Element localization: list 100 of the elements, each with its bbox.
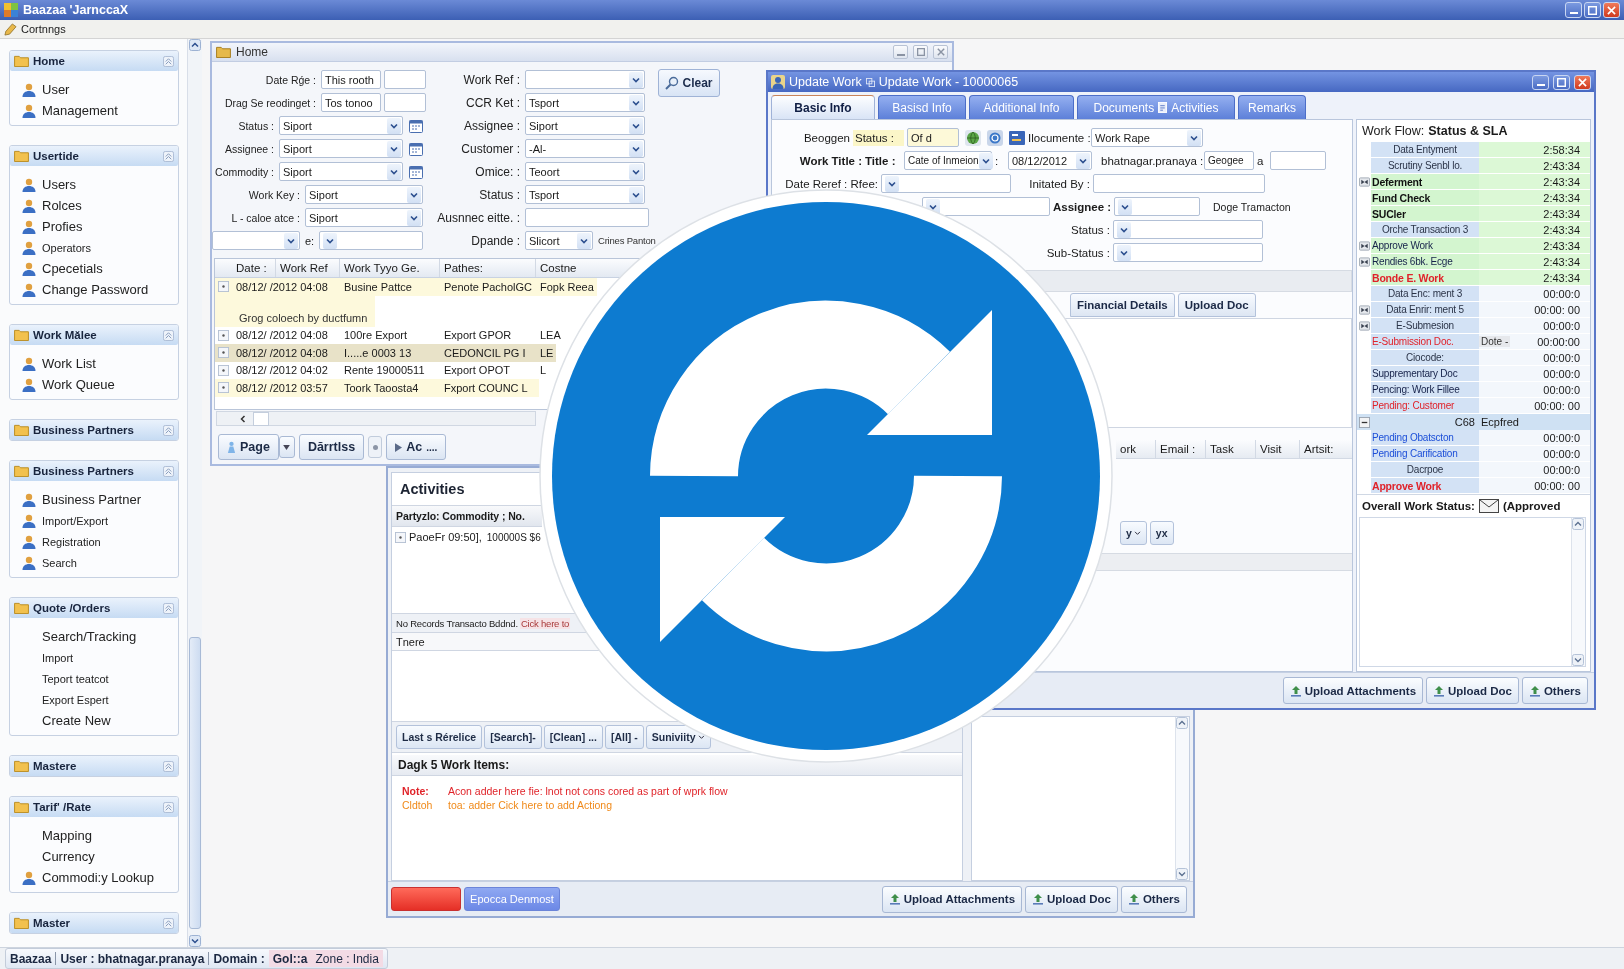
- footer-button[interactable]: Upload Attachments: [1282, 677, 1424, 704]
- sidebar-item[interactable]: Rolces: [10, 195, 178, 216]
- card-icon[interactable]: [1009, 129, 1025, 146]
- input-field[interactable]: [1270, 151, 1326, 170]
- sidebar-item[interactable]: Mapping: [10, 825, 178, 846]
- sidebar-item[interactable]: Commodi:y Lookup: [10, 867, 178, 888]
- maximize-button[interactable]: [1584, 2, 1601, 18]
- table-row[interactable]: 08/12/ /2012 03:57 Toork Taoosta4 Fxport COUNC L: [215, 379, 539, 397]
- sidebar-item[interactable]: Business Partner: [10, 489, 178, 510]
- input-field[interactable]: [384, 70, 426, 89]
- scroll-thumb[interactable]: [253, 411, 269, 426]
- column-header[interactable]: Costne: [536, 259, 596, 277]
- text-area[interactable]: [971, 716, 1190, 881]
- scrollbar[interactable]: [1571, 518, 1585, 666]
- toolbar-button[interactable]: Dărrtlss: [298, 434, 365, 460]
- minimize-button[interactable]: [893, 45, 908, 59]
- toolbar-button[interactable]: yx: [1149, 521, 1174, 545]
- column-header[interactable]: Artsit:: [1300, 440, 1348, 458]
- sidebar-item[interactable]: Teport teatcot: [10, 668, 178, 689]
- dropdown-field[interactable]: Tsport: [525, 93, 645, 112]
- footer-button[interactable]: Upload Attachments: [881, 885, 1023, 913]
- footer-button[interactable]: Others: [1521, 677, 1588, 704]
- minimize-button[interactable]: [1532, 74, 1549, 90]
- toolbar-button[interactable]: [Clean] ...: [543, 725, 603, 749]
- sidebar-item[interactable]: Search: [10, 552, 178, 573]
- next-button[interactable]: Ac ....: [386, 434, 447, 460]
- close-button[interactable]: [1574, 74, 1591, 90]
- toolbar-button[interactable]: [Search]-: [484, 725, 542, 749]
- close-button[interactable]: [1603, 2, 1620, 18]
- tab[interactable]: Basic Info: [771, 95, 875, 119]
- scrollbar[interactable]: [187, 39, 202, 947]
- sidebar-item[interactable]: Cpecetials: [10, 258, 178, 279]
- dropdown-field[interactable]: Siport: [279, 116, 403, 135]
- sidebar-item[interactable]: Work Queue: [10, 374, 178, 395]
- dropdown-field[interactable]: [212, 231, 300, 250]
- sidebar-item[interactable]: Import/Export: [10, 510, 178, 531]
- dropdown-field[interactable]: [922, 197, 1050, 216]
- sidebar-item[interactable]: Currency: [10, 846, 178, 867]
- scroll-thumb[interactable]: [189, 637, 202, 929]
- input-field[interactable]: Tos tonoo: [321, 93, 381, 112]
- page-button[interactable]: Page: [218, 434, 279, 460]
- sidebar-item[interactable]: Work List: [10, 353, 178, 374]
- column-header[interactable]: Email :: [1156, 440, 1206, 458]
- sidebar-item[interactable]: Management: [10, 100, 178, 121]
- dropdown-field[interactable]: Cate of Inmeion: [904, 151, 992, 170]
- input-field[interactable]: Geogee: [1204, 151, 1254, 170]
- panel-header[interactable]: Mastere: [10, 756, 178, 776]
- action-button[interactable]: [391, 887, 461, 911]
- sidebar-item[interactable]: User: [10, 79, 178, 100]
- input-field[interactable]: [1093, 174, 1265, 193]
- panel-header[interactable]: Master: [10, 913, 178, 933]
- footer-button[interactable]: Upload Doc: [1426, 677, 1519, 704]
- dropdown-field[interactable]: [1113, 220, 1263, 239]
- text-area[interactable]: [1359, 517, 1586, 667]
- panel-header[interactable]: Quote /Orders: [10, 598, 178, 618]
- panel-header[interactable]: Business Partners: [10, 461, 178, 481]
- panel-header[interactable]: Usertide: [10, 146, 178, 166]
- dropdown-field[interactable]: [1114, 197, 1200, 216]
- section-button[interactable]: Financial Details: [1070, 293, 1175, 317]
- input-field[interactable]: Of d: [907, 128, 959, 147]
- dropdown-field[interactable]: Siport: [305, 208, 423, 227]
- table-row[interactable]: 08/12/ /2012 04:08 Busine Pattce Penote PacholGC Fopk Reea: [215, 278, 597, 296]
- column-header[interactable]: Pathes:: [440, 259, 536, 277]
- input-field[interactable]: This rooth: [321, 70, 381, 89]
- disc-icon[interactable]: [987, 129, 1003, 146]
- scrollbar[interactable]: [216, 411, 536, 426]
- group-row[interactable]: Grog coloech by ductfumn: [215, 295, 376, 327]
- panel-header[interactable]: Tarif' /Rate: [10, 797, 178, 817]
- footer-button[interactable]: Others: [1120, 885, 1187, 913]
- group-row[interactable]: C68 Ecpfred: [1357, 414, 1590, 430]
- input-field[interactable]: [525, 208, 649, 227]
- menu-item[interactable]: Cortnngs: [21, 23, 66, 35]
- panel-header[interactable]: Business Partners: [10, 420, 178, 440]
- column-header[interactable]: ork: [1116, 440, 1156, 458]
- clear-button[interactable]: Clear: [658, 69, 720, 97]
- input-field[interactable]: [384, 93, 426, 112]
- sidebar-item[interactable]: Operators: [10, 237, 178, 258]
- sidebar-item[interactable]: Export Espert: [10, 689, 178, 710]
- column-header[interactable]: Task: [1206, 440, 1256, 458]
- dropdown-field[interactable]: Siport: [525, 116, 645, 135]
- dropdown-field[interactable]: Siport: [279, 162, 403, 181]
- maximize-button[interactable]: [1553, 74, 1570, 90]
- dropdown-field[interactable]: Siport: [305, 185, 423, 204]
- section-button[interactable]: Upload Doc: [1177, 293, 1256, 317]
- table-row[interactable]: 08/12/ /2012 04:08 I.....e 0003 13 CEDONCIL PG I LE: [215, 344, 557, 362]
- dropdown-field[interactable]: -Al-: [525, 139, 645, 158]
- minimize-button[interactable]: [1565, 2, 1582, 18]
- sidebar-item[interactable]: Users: [10, 174, 178, 195]
- sidebar-item[interactable]: Create New: [10, 710, 178, 731]
- sidebar-item[interactable]: Change Password: [10, 279, 178, 300]
- dropdown-field[interactable]: Work Rape: [1091, 128, 1203, 147]
- column-header[interactable]: Work Tyyo Ge.: [340, 259, 440, 277]
- maximize-button[interactable]: [913, 45, 928, 59]
- link[interactable]: Cick here to: [519, 617, 571, 629]
- column-header[interactable]: Visit: [1256, 440, 1300, 458]
- dropdown-field[interactable]: 08/12/2012: [1008, 151, 1092, 170]
- dropdown-field[interactable]: Tsport: [525, 185, 645, 204]
- toolbar-button[interactable]: [All] -: [604, 725, 644, 749]
- dropdown-field[interactable]: Slicort: [525, 231, 593, 250]
- calendar-icon[interactable]: [409, 118, 423, 133]
